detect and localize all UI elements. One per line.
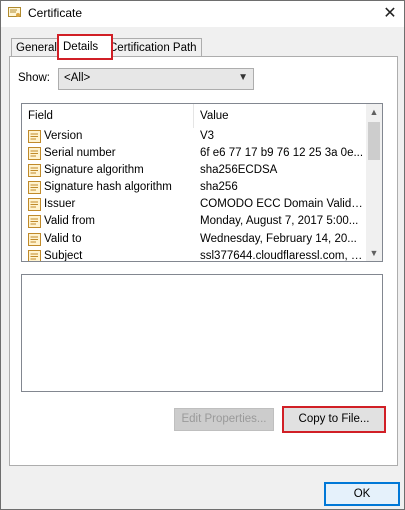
- row-field: Serial number: [44, 147, 116, 160]
- certificate-field-icon: [28, 232, 41, 246]
- copy-to-file-button[interactable]: Copy to File...: [282, 406, 386, 433]
- certificate-field-icon: [28, 249, 41, 261]
- column-header-value[interactable]: Value: [200, 104, 229, 128]
- column-divider: [193, 104, 194, 128]
- show-dropdown-value: <All>: [64, 72, 91, 84]
- list-item[interactable]: Valid from Monday, August 7, 2017 5:00..…: [22, 213, 366, 230]
- certificate-field-icon: [28, 130, 41, 143]
- list-item[interactable]: Serial number 6f e6 77 17 b9 76 12 25 3a…: [22, 145, 366, 162]
- row-value: sha256: [200, 181, 238, 194]
- column-header-field[interactable]: Field: [28, 104, 188, 128]
- row-field: Version: [44, 130, 83, 142]
- list-item[interactable]: Signature hash algorithm sha256: [22, 179, 366, 196]
- certificate-field-icon: [28, 164, 41, 178]
- row-value: V3: [200, 130, 215, 142]
- row-field: Issuer: [44, 198, 76, 211]
- certificate-icon: [8, 7, 21, 17]
- title-bar: Certificate ✕: [1, 1, 404, 27]
- certificate-dialog: Certificate ✕ General Details Certificat…: [0, 0, 405, 510]
- list-item[interactable]: Issuer COMODO ECC Domain Validati...: [22, 196, 366, 213]
- row-field: Signature algorithm: [44, 164, 144, 177]
- list-item[interactable]: Subject ssl377644.cloudflaressl.com, P..…: [22, 248, 366, 262]
- row-value: COMODO ECC Domain Validati...: [200, 198, 364, 211]
- row-field: Signature hash algorithm: [44, 181, 172, 194]
- certificate-field-icon: [28, 147, 41, 161]
- row-value: sha256ECDSA: [200, 164, 278, 177]
- show-label: Show:: [18, 72, 50, 84]
- tab-certification-path[interactable]: Certification Path: [104, 38, 202, 57]
- row-value: Monday, August 7, 2017 5:00...: [200, 215, 359, 228]
- row-field: Subject: [44, 249, 83, 262]
- close-button[interactable]: ✕: [377, 2, 403, 26]
- list-item[interactable]: Valid to Wednesday, February 14, 20...: [22, 231, 366, 248]
- certificate-field-icon: [28, 181, 41, 195]
- row-field: Valid to: [44, 232, 82, 245]
- row-value: Wednesday, February 14, 20...: [200, 232, 357, 245]
- scroll-thumb[interactable]: [368, 122, 380, 160]
- window-title: Certificate: [28, 6, 83, 20]
- list-item[interactable]: Signature algorithm sha256ECDSA: [22, 162, 366, 179]
- row-field: Valid from: [44, 215, 95, 228]
- vertical-scrollbar[interactable]: ▲ ▼: [366, 104, 382, 261]
- certificate-field-icon: [28, 198, 41, 212]
- edit-properties-button[interactable]: Edit Properties...: [174, 408, 274, 431]
- chevron-down-icon: ▼: [238, 72, 248, 83]
- ok-button[interactable]: OK: [324, 482, 400, 506]
- scroll-down-icon[interactable]: ▼: [366, 245, 382, 261]
- show-dropdown[interactable]: <All> ▼: [58, 68, 254, 90]
- close-icon: ✕: [383, 5, 397, 22]
- certificate-field-icon: [28, 215, 41, 229]
- field-list[interactable]: Field Value Version V3 Serial number 6f …: [21, 103, 383, 262]
- scroll-up-icon[interactable]: ▲: [366, 104, 382, 120]
- row-value: ssl377644.cloudflaressl.com, P...: [200, 249, 364, 262]
- list-item[interactable]: Version V3: [22, 128, 366, 145]
- field-rows: Version V3 Serial number 6f e6 77 17 b9 …: [22, 128, 366, 262]
- row-value: 6f e6 77 17 b9 76 12 25 3a 0e...: [200, 147, 364, 160]
- field-detail-textbox[interactable]: [21, 274, 383, 392]
- tab-details[interactable]: Details: [57, 34, 113, 60]
